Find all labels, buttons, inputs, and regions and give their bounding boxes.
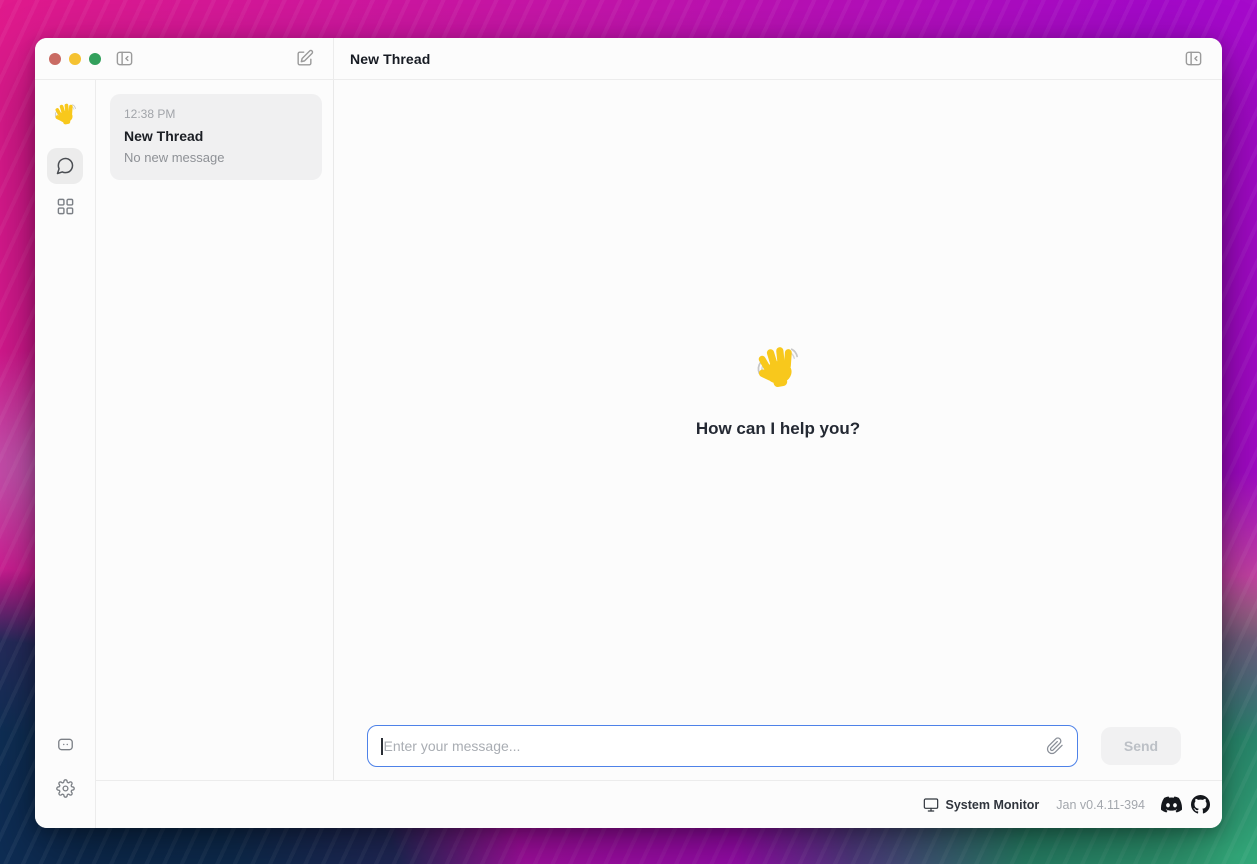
monitor-icon bbox=[923, 797, 939, 813]
content-column: 12:38 PM New Thread No new message How c… bbox=[96, 80, 1222, 828]
api-server-icon bbox=[56, 735, 75, 754]
compose-icon[interactable] bbox=[291, 46, 317, 72]
wave-hand-icon bbox=[47, 96, 83, 132]
traffic-close-icon[interactable] bbox=[49, 53, 61, 65]
github-icon[interactable] bbox=[1191, 795, 1210, 814]
message-input-wrap[interactable] bbox=[367, 725, 1078, 767]
system-monitor-button[interactable]: System Monitor bbox=[923, 797, 1040, 813]
thread-list-panel: 12:38 PM New Thread No new message bbox=[96, 80, 334, 780]
sidebar-item-hub[interactable] bbox=[47, 188, 83, 224]
app-version: Jan v0.4.11-394 bbox=[1056, 798, 1145, 812]
wave-hand-icon bbox=[752, 342, 804, 399]
discord-icon[interactable] bbox=[1161, 794, 1182, 815]
thread-list-item[interactable]: 12:38 PM New Thread No new message bbox=[110, 94, 322, 180]
content-row: 12:38 PM New Thread No new message How c… bbox=[96, 80, 1222, 780]
traffic-zoom-icon[interactable] bbox=[89, 53, 101, 65]
send-button[interactable]: Send bbox=[1101, 727, 1181, 765]
chat-main-area: How can I help you? Send bbox=[334, 80, 1222, 780]
titlebar: New Thread bbox=[35, 38, 1222, 80]
thread-time: 12:38 PM bbox=[124, 107, 308, 121]
sidebar-item-settings[interactable] bbox=[47, 770, 83, 806]
system-monitor-label: System Monitor bbox=[946, 798, 1040, 812]
left-rail bbox=[35, 80, 96, 828]
thread-title: New Thread bbox=[124, 128, 308, 144]
jan-app-window: New Thread bbox=[35, 38, 1222, 828]
titlebar-left-section bbox=[35, 38, 334, 79]
empty-thread-greeting: How can I help you? bbox=[334, 342, 1222, 439]
traffic-minimize-icon[interactable] bbox=[69, 53, 81, 65]
text-caret bbox=[381, 738, 383, 755]
footer-social-icons bbox=[1161, 794, 1210, 815]
titlebar-right-section bbox=[1180, 38, 1222, 79]
panel-toggle-right-icon[interactable] bbox=[1180, 46, 1206, 72]
rail-bottom-section bbox=[47, 726, 83, 806]
thread-subtitle: No new message bbox=[124, 150, 308, 165]
chat-bubble-icon bbox=[55, 156, 75, 176]
message-composer: Send bbox=[334, 725, 1222, 767]
panel-toggle-left-icon[interactable] bbox=[111, 46, 137, 72]
sidebar-item-local-api-server[interactable] bbox=[47, 726, 83, 762]
traffic-lights bbox=[49, 53, 101, 65]
greeting-text: How can I help you? bbox=[334, 419, 1222, 439]
app-body: 12:38 PM New Thread No new message How c… bbox=[35, 80, 1222, 828]
paperclip-icon[interactable] bbox=[1046, 737, 1064, 755]
status-footer: System Monitor Jan v0.4.11-394 bbox=[96, 780, 1222, 828]
gear-icon bbox=[56, 779, 75, 798]
grid-icon bbox=[56, 197, 75, 216]
page-title: New Thread bbox=[334, 38, 1180, 79]
sidebar-item-threads[interactable] bbox=[47, 148, 83, 184]
message-input[interactable] bbox=[384, 738, 1047, 754]
